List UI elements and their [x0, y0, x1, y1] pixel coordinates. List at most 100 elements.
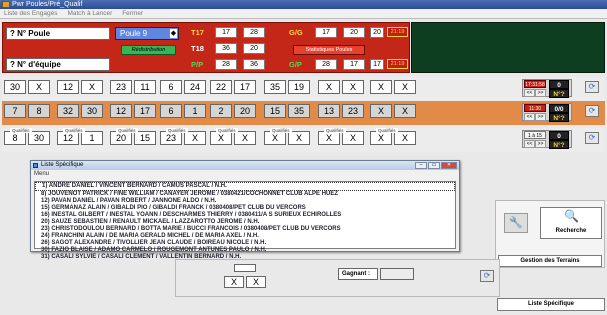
score-cell[interactable]: 30 — [4, 80, 26, 94]
score-cell[interactable]: 35 — [288, 104, 310, 118]
score-cell[interactable]: 1 — [81, 131, 103, 145]
score-cell[interactable]: X — [318, 80, 340, 94]
qualifies-label: Qualifiés — [10, 128, 32, 133]
score-cell[interactable]: 15 — [264, 104, 286, 118]
score-cell[interactable]: X — [81, 80, 103, 94]
minimize-icon[interactable]: – — [415, 162, 427, 169]
prev-button[interactable]: << — [524, 89, 535, 97]
list-item[interactable]: 15) GERMANAZ ALAIN / GIBALDI PIO / GIBAL… — [35, 205, 455, 212]
score-cell[interactable]: X — [264, 131, 286, 145]
gagnant-label: Gagnant : — [338, 268, 378, 280]
score-cell[interactable]: 13 — [318, 104, 340, 118]
score-cell[interactable]: X — [234, 131, 256, 145]
gg-value-3: 20 — [370, 27, 384, 38]
score-cell[interactable]: 17 — [134, 104, 156, 118]
score-cell[interactable]: 15 — [134, 131, 156, 145]
score-cell[interactable]: 12 — [57, 80, 79, 94]
dialog-title: Liste Spécifique — [41, 162, 84, 168]
refresh-icon[interactable]: ⟳ — [585, 105, 599, 117]
team-number-button[interactable]: N°? — [549, 113, 569, 122]
redistribution-button[interactable]: Rédistribution — [121, 45, 176, 55]
menu-item-fermer[interactable]: Fermer — [118, 9, 147, 19]
gp-value-2: 17 — [343, 59, 365, 70]
liste-specifique-button[interactable]: Liste Spécifique — [497, 298, 605, 311]
list-item[interactable]: 1) ANDRE DANIEL / VINCENT BERNARD / CAMU… — [35, 182, 455, 191]
score-cell[interactable]: 22 — [210, 80, 232, 94]
next-button[interactable]: >> — [535, 140, 546, 148]
qualifies-label: Qualifiés — [63, 128, 85, 133]
row-control: 11:30 0/0 << >> N°? — [522, 103, 572, 122]
score-cell[interactable]: X — [318, 131, 340, 145]
spinner-icon[interactable]: ◆ — [169, 29, 177, 38]
score-cell[interactable]: 11 — [134, 80, 156, 94]
next-button[interactable]: >> — [535, 113, 546, 121]
score-cell[interactable]: 23 — [160, 131, 182, 145]
score-cell[interactable]: 24 — [184, 80, 206, 94]
prev-button[interactable]: << — [524, 140, 535, 148]
dialog-menu[interactable]: Menu — [31, 170, 459, 178]
list-item[interactable]: 30) FAZIO BLAISE / ADAMO CARMELO / ROUGE… — [35, 247, 455, 254]
score-cell[interactable]: 12 — [110, 104, 132, 118]
qualifies-label: Qualifiés — [270, 128, 292, 133]
list-item[interactable]: 12) PAVAN DANIEL / PAVAN ROBERT / JANNON… — [35, 198, 455, 205]
close-icon[interactable]: ✕ — [441, 162, 457, 169]
score-cell[interactable]: X — [288, 131, 310, 145]
score-cell[interactable]: 23 — [342, 104, 364, 118]
score-cell[interactable]: 12 — [57, 131, 79, 145]
score-cell[interactable]: 2 — [210, 104, 232, 118]
statistiques-poules-button[interactable]: Statistiques Poules — [293, 45, 365, 55]
score-cell[interactable]: X — [342, 131, 364, 145]
team-number-button[interactable]: N°? — [549, 140, 569, 149]
score-cell[interactable]: X — [370, 104, 392, 118]
refresh-icon[interactable]: ⟳ — [585, 132, 599, 144]
maximize-icon[interactable]: ▭ — [428, 162, 440, 169]
score-cell[interactable]: X — [394, 80, 416, 94]
gestion-terrains-button[interactable]: Gestion des Terrains — [498, 255, 602, 267]
score-cell[interactable]: 1 — [184, 104, 206, 118]
score-cell[interactable]: X — [184, 131, 206, 145]
match-footer: X X Gagnant : ⟳ — [175, 259, 500, 297]
tool-icon[interactable]: 🔧 — [504, 213, 528, 233]
recherche-button[interactable]: 🔍 Recherche — [540, 207, 602, 239]
score-cell[interactable]: 23 — [110, 80, 132, 94]
list-item[interactable]: 8) JOUVENOT PATRICK / FINE WILLIAM / CAN… — [35, 191, 455, 198]
score-cell[interactable]: 35 — [264, 80, 286, 94]
score-cell[interactable]: X — [370, 131, 392, 145]
score-cell[interactable]: X — [28, 80, 50, 94]
score-cell[interactable]: 32 — [57, 104, 79, 118]
score-cell[interactable]: 20 — [234, 104, 256, 118]
score-cell[interactable]: 6 — [160, 104, 182, 118]
refresh-icon[interactable]: ⟳ — [480, 270, 494, 282]
score-cell[interactable]: 8 — [28, 104, 50, 118]
gagnant-field[interactable] — [380, 268, 414, 280]
prev-button[interactable]: << — [524, 113, 535, 121]
footer-x-1[interactable]: X — [224, 276, 244, 288]
next-button[interactable]: >> — [535, 89, 546, 97]
score-cell[interactable]: X — [342, 80, 364, 94]
score-cell[interactable]: 7 — [4, 104, 26, 118]
poule-select[interactable]: Poule 9 ◆ — [115, 27, 179, 40]
refresh-icon[interactable]: ⟳ — [585, 81, 599, 93]
list-item[interactable]: 23) CHRISTODOULOU BERNARD / BOTTA MARIE … — [35, 226, 455, 233]
score-cell[interactable]: 19 — [288, 80, 310, 94]
menu-item-match[interactable]: Match à Lancer — [63, 9, 116, 19]
menu-item-engages[interactable]: Liste des Engagés — [0, 9, 61, 19]
team-number-button[interactable]: N°? — [549, 89, 569, 98]
list-item[interactable]: 24) FRANCHINI ALAIN / DE MARIA GERALD MI… — [35, 233, 455, 240]
score-cell[interactable]: 30 — [28, 131, 50, 145]
list-item[interactable]: 26) SAGOT ALEXANDRE / TIVOLLIER JEAN CLA… — [35, 240, 455, 247]
list-item[interactable]: 20) SAUZE SEBASTIEN / RENAULT MICKAEL / … — [35, 219, 455, 226]
score-cell[interactable]: X — [210, 131, 232, 145]
team-list[interactable]: 1) ANDRE DANIEL / VINCENT BERNARD / CAMU… — [34, 181, 456, 260]
score-cell[interactable]: 8 — [4, 131, 26, 145]
score-cell[interactable]: X — [394, 131, 416, 145]
score-cell[interactable]: 30 — [81, 104, 103, 118]
score-cell[interactable]: 20 — [110, 131, 132, 145]
footer-x-2[interactable]: X — [246, 276, 266, 288]
score-cell[interactable]: 17 — [234, 80, 256, 94]
score-cell[interactable]: X — [394, 104, 416, 118]
score-cell[interactable]: 6 — [160, 80, 182, 94]
score-cell[interactable]: X — [370, 80, 392, 94]
list-item[interactable]: 16) INESTAL GILBERT / INESTAL YOANN / DE… — [35, 212, 455, 219]
row-time: 11:30 — [524, 104, 546, 112]
